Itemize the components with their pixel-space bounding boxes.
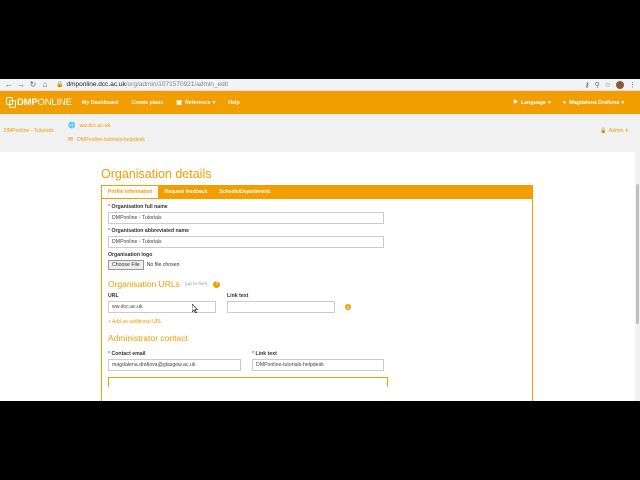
org-url-text: ww.dcc.ac.uk xyxy=(79,122,111,129)
abbrev-name-label: * Organisation abbreviated name xyxy=(108,228,190,234)
menu-icon[interactable]: ⋮ xyxy=(629,81,636,89)
org-name[interactable]: DMPonline - Tutorials xyxy=(4,128,54,134)
logo-text-bold: DMP xyxy=(17,97,38,108)
mail-icon: ✉ xyxy=(68,137,74,143)
org-urls-title: Organisation URLs xyxy=(108,279,180,289)
org-helpdesk-text: DMPonline-tutorials-helpdesk xyxy=(77,136,145,143)
admin-menu[interactable]: 🔒 Admin ▾ xyxy=(600,128,628,134)
link-text-label: Link text xyxy=(227,293,249,299)
tab-request-feedback[interactable]: Request feedback xyxy=(158,186,213,198)
lock-icon: 🔒 xyxy=(600,128,607,134)
nav-my-dashboard[interactable]: My Dashboard xyxy=(82,100,119,106)
choose-file-button[interactable]: Choose File xyxy=(108,260,144,270)
chevron-down-icon: ▾ xyxy=(547,99,551,106)
lock-icon: 🔒 xyxy=(56,82,64,88)
logo-mark-icon xyxy=(6,97,16,108)
admin-contact-title: Administrator contact xyxy=(108,333,188,343)
contact-email-input[interactable]: magdalena.drafiova@glasgow.ac.uk xyxy=(108,359,241,371)
add-url-link[interactable]: + Add an additional URL xyxy=(108,319,526,325)
org-urls-sub: (up to five) xyxy=(184,281,208,287)
profile-panel: * Organisation full name DMPonline - Tut… xyxy=(101,199,533,401)
abbrev-name-input[interactable]: DMPonline - Tutorials xyxy=(108,236,384,248)
dmp-logo[interactable]: DMPONLINE xyxy=(0,97,82,108)
nav-language-label: Language xyxy=(520,99,546,106)
book-icon: ▣ xyxy=(176,100,182,106)
url-host: dmponline.dcc.ac.uk xyxy=(66,81,126,88)
url-input[interactable]: ww.dcc.ac.uk xyxy=(108,301,216,313)
contact-link-label: * Link text xyxy=(252,351,277,357)
tab-profile-information[interactable]: Profile information xyxy=(102,186,159,198)
tab-bar: Profile information Request feedback Sch… xyxy=(101,185,533,199)
admin-contact-heading: Administrator contact xyxy=(108,333,526,343)
chevron-down-icon: ▾ xyxy=(621,99,624,106)
full-name-label: * Organisation full name xyxy=(108,204,168,210)
mouse-cursor-icon xyxy=(192,304,198,313)
tab-schools-departments[interactable]: Schools/Departments xyxy=(213,186,276,198)
org-url-link[interactable]: 🌐 ww.dcc.ac.uk xyxy=(68,122,145,130)
browser-toolbar: ← → ↻ ⌂ 🔒 dmponline.dcc.ac.uk /org/admin… xyxy=(0,79,640,91)
nav-user[interactable]: ● Magdalena Drafiova ▾ xyxy=(563,100,624,106)
main-navbar: DMPONLINE My Dashboard Create plans ▣ Re… xyxy=(0,91,640,114)
flag-icon: ⚑ xyxy=(512,100,518,106)
logo-label: Organisation logo xyxy=(108,252,153,258)
page-scrollbar[interactable] xyxy=(635,114,640,401)
address-bar[interactable]: 🔒 dmponline.dcc.ac.uk /org/admin/1071570… xyxy=(56,80,580,89)
zoom-icon[interactable]: ⚲ xyxy=(595,81,600,89)
url-label: URL xyxy=(108,293,119,299)
chevron-down-icon: ▾ xyxy=(625,128,628,134)
help-icon[interactable]: ? xyxy=(213,280,221,288)
logo-text-thin: ONLINE xyxy=(37,97,72,108)
contact-link-input[interactable]: DMPonline-tutorials-helpdesk xyxy=(252,359,384,371)
org-helpdesk-link[interactable]: ✉ DMPonline-tutorials-helpdesk xyxy=(68,136,145,144)
abbrev-name-field: * Organisation abbreviated name DMPonlin… xyxy=(108,228,526,248)
link-text-input[interactable] xyxy=(227,301,335,313)
key-icon[interactable]: ⚷ xyxy=(584,81,589,89)
org-bar: DMPonline - Tutorials 🌐 ww.dcc.ac.uk ✉ D… xyxy=(0,114,640,152)
scroll-thumb[interactable] xyxy=(636,184,639,324)
full-name-field: * Organisation full name DMPonline - Tut… xyxy=(108,204,526,224)
nav-create-plans[interactable]: Create plans xyxy=(132,100,164,106)
nav-user-label: Magdalena Drafiova xyxy=(569,99,620,106)
home-icon[interactable]: ⌂ xyxy=(40,80,50,90)
contact-row: * Contact email magdalena.drafiova@glasg… xyxy=(108,351,526,371)
back-arrow-icon[interactable]: ← xyxy=(4,80,14,90)
url-row: URL ww.dcc.ac.uk Link text × xyxy=(108,293,526,313)
main-content: Organisation details Profile information… xyxy=(101,167,533,401)
url-path: /org/admin/1071570921/admin_edit xyxy=(125,81,229,88)
logo-field: Organisation logo Choose File No file ch… xyxy=(108,252,526,270)
globe-icon: 🌐 xyxy=(68,123,76,129)
admin-label: Admin xyxy=(608,128,624,134)
chevron-down-icon: ▾ xyxy=(212,99,216,106)
star-icon[interactable]: ☆ xyxy=(605,81,611,89)
profile-avatar[interactable] xyxy=(616,80,624,89)
next-section-box xyxy=(108,377,388,387)
forward-arrow-icon[interactable]: → xyxy=(16,80,26,90)
reload-icon[interactable]: ↻ xyxy=(28,80,38,90)
org-urls-heading: Organisation URLs (up to five) ? xyxy=(108,279,526,289)
user-icon: ● xyxy=(562,99,567,106)
nav-help[interactable]: Help xyxy=(228,100,239,106)
page-title: Organisation details xyxy=(101,167,212,181)
no-file-text: No file chosen xyxy=(146,262,180,268)
contact-email-label: * Contact email xyxy=(108,351,146,357)
nav-reference[interactable]: ▣ Reference ▾ xyxy=(176,99,216,107)
full-name-input[interactable]: DMPonline - Tutorials xyxy=(108,212,384,224)
remove-icon[interactable]: × xyxy=(345,304,351,310)
nav-language[interactable]: ⚑ Language ▾ xyxy=(512,99,551,107)
nav-reference-label: Reference xyxy=(184,99,211,106)
screen: ← → ↻ ⌂ 🔒 dmponline.dcc.ac.uk /org/admin… xyxy=(0,79,640,401)
